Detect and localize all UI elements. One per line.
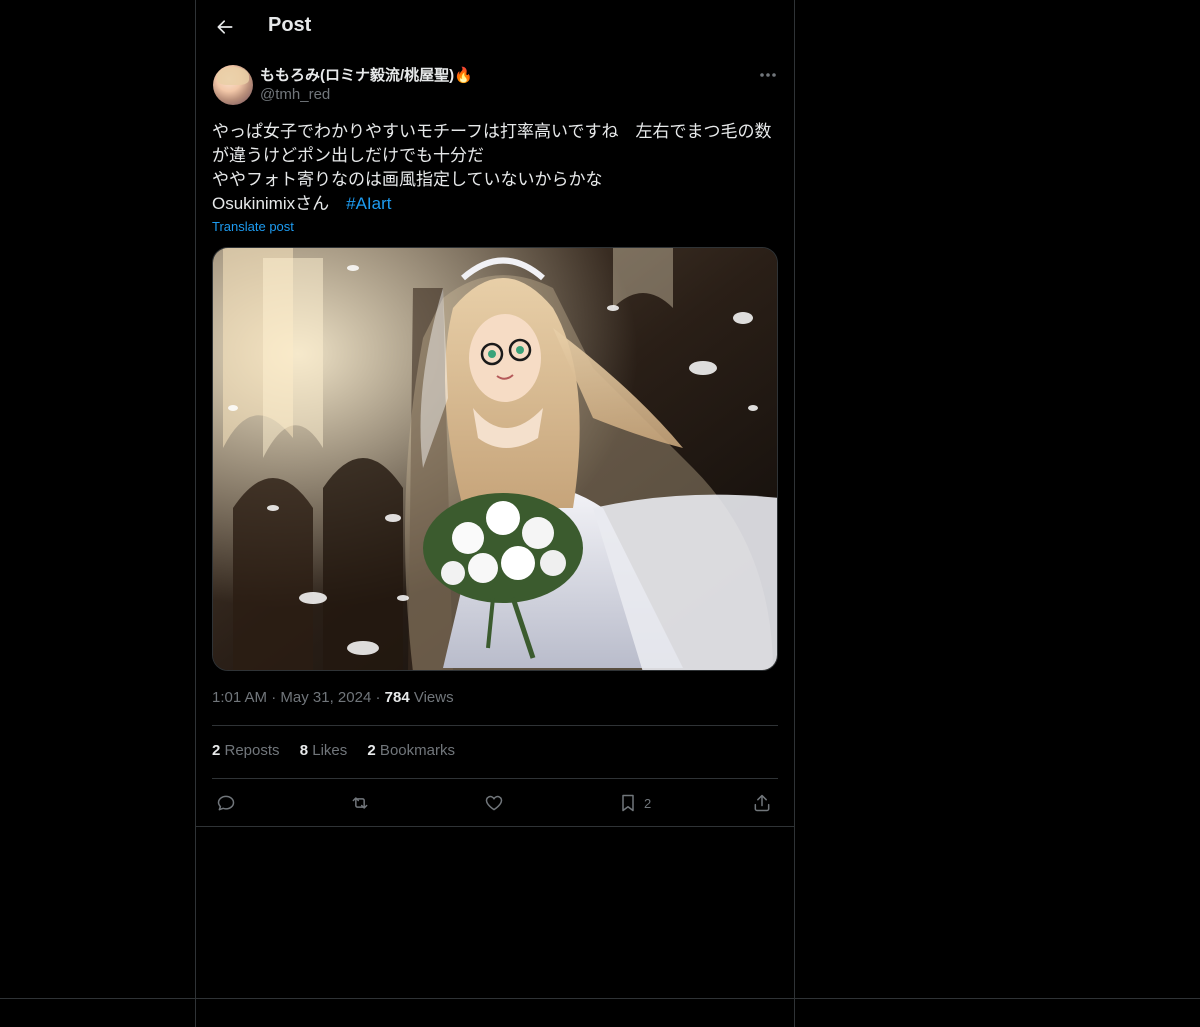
author-handle[interactable]: @tmh_red: [260, 86, 330, 103]
post-text: やっぱ女子でわかりやすいモチーフは打率高いですね 左右でまつ毛の数が違うけどポン…: [212, 120, 778, 216]
post-line: Osukinimixさん #AIart: [212, 192, 778, 216]
share-button[interactable]: [752, 788, 772, 818]
avatar[interactable]: [213, 65, 253, 105]
more-dots-icon: [760, 73, 776, 77]
reposts-stat[interactable]: 2 Reposts: [212, 742, 280, 759]
post-stats: 2 Reposts 8 Likes 2 Bookmarks: [212, 742, 471, 759]
bride-illustration: [213, 248, 777, 670]
likes-stat[interactable]: 8 Likes: [300, 742, 348, 759]
views-count: 784: [384, 689, 410, 706]
more-options-button[interactable]: [754, 64, 782, 86]
likes-label: Likes: [308, 742, 348, 759]
divider: [212, 778, 778, 779]
heart-icon: [485, 795, 503, 811]
bookmark-icon: [622, 794, 634, 812]
repost-icon: [352, 797, 368, 809]
main-column: Post ももろみ(ロミナ毅流/桃屋聖)🔥 @tmh_red やっぱ女子でわかり…: [195, 0, 795, 1027]
post-meta: 1:01 AM · May 31, 2024 · 784 Views: [212, 689, 454, 706]
bookmark-button[interactable]: 2: [618, 788, 651, 818]
top-header: Post: [196, 0, 794, 54]
share-icon: [754, 794, 770, 812]
reply-icon: [217, 795, 235, 811]
reply-button[interactable]: [216, 788, 236, 818]
hashtag-link[interactable]: #AIart: [346, 194, 391, 213]
author-display-name: ももろみ(ロミナ毅流/桃屋聖): [260, 67, 455, 84]
reposts-label: Reposts: [220, 742, 280, 759]
action-bar: 2: [212, 788, 778, 818]
post-bottom-border: [196, 826, 794, 827]
bottom-rule: [0, 998, 1200, 999]
fire-emoji: 🔥: [454, 67, 473, 84]
repost-button[interactable]: [350, 788, 370, 818]
like-button[interactable]: [484, 788, 504, 818]
author-name-link[interactable]: ももろみ(ロミナ毅流/桃屋聖)🔥: [260, 64, 473, 85]
likes-count: 8: [299, 742, 309, 759]
page-title: Post: [268, 14, 312, 36]
bookmarks-count: 2: [367, 742, 376, 759]
back-button[interactable]: [210, 12, 240, 42]
post-line-text: Osukinimixさん: [212, 194, 347, 213]
bookmark-count: 2: [644, 795, 652, 811]
bookmarks-stat[interactable]: 2 Bookmarks: [367, 742, 455, 759]
post-date[interactable]: May 31, 2024: [280, 689, 371, 706]
translate-post-link[interactable]: Translate post: [212, 219, 294, 234]
post-line: やっぱ女子でわかりやすいモチーフは打率高いですね 左右でまつ毛の数が違うけどポン…: [212, 122, 772, 165]
post-image[interactable]: [212, 247, 778, 671]
meta-dot: ·: [271, 689, 277, 706]
post-time[interactable]: 1:01 AM: [212, 689, 267, 706]
meta-dot: ·: [375, 689, 381, 706]
arrow-left-icon: [217, 20, 233, 34]
views-label: Views: [409, 689, 454, 706]
divider: [212, 725, 778, 726]
bookmarks-label: Bookmarks: [375, 742, 455, 759]
post-line: ややフォト寄りなのは画風指定していないからかな: [212, 170, 603, 189]
